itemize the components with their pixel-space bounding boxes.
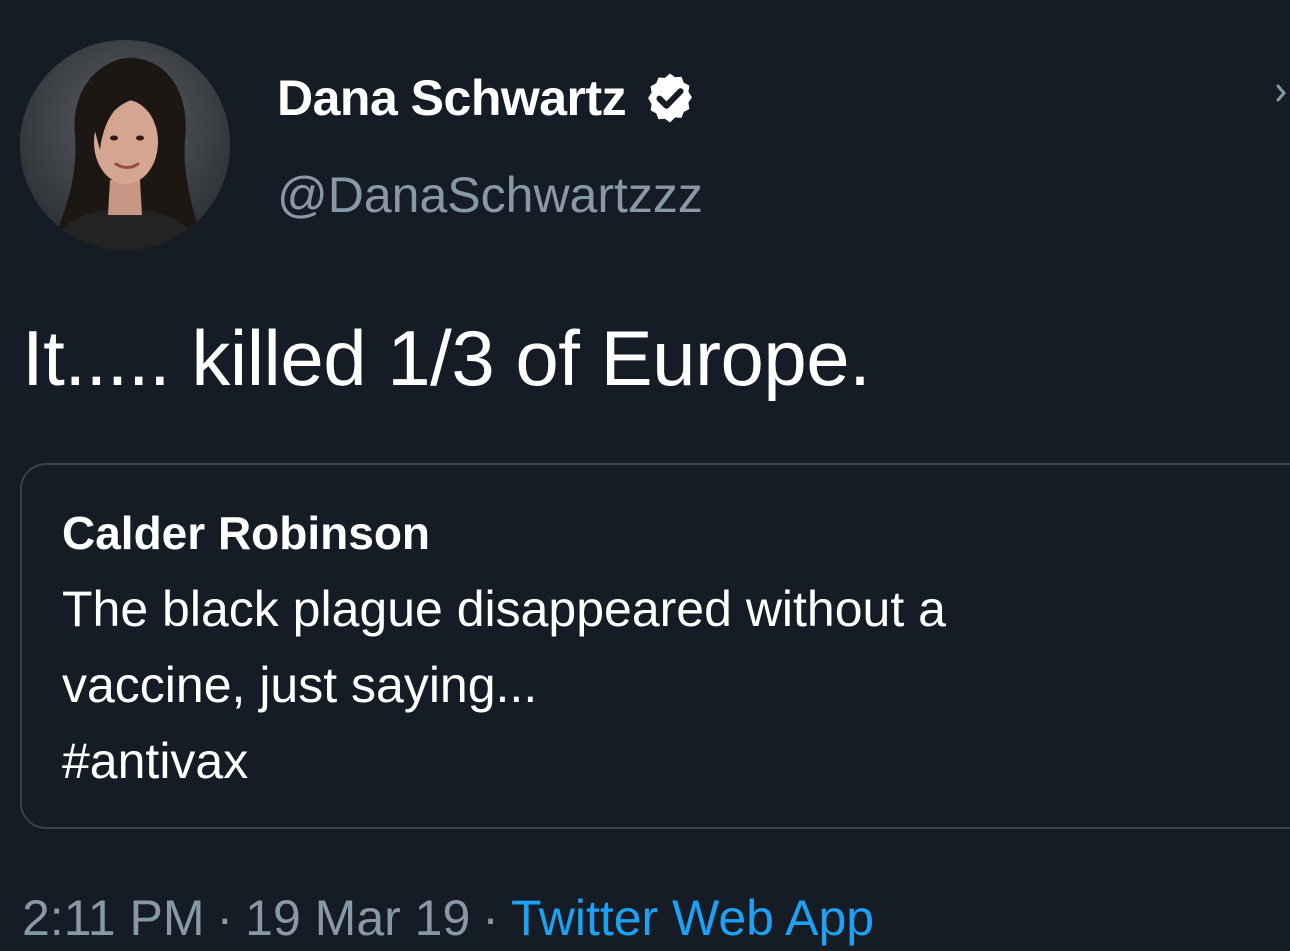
quoted-tweet-line: vaccine, just saying... <box>62 657 538 713</box>
quoted-tweet-hashtag[interactable]: #antivax <box>62 723 1242 799</box>
quoted-tweet-text: The black plague disappeared without a v… <box>62 571 1242 799</box>
verified-badge-icon <box>648 73 693 123</box>
tweet-time[interactable]: 2:11 PM <box>22 890 205 946</box>
meta-separator: · <box>482 890 499 946</box>
avatar[interactable] <box>20 40 230 250</box>
display-name-text[interactable]: Dana Schwartz <box>277 66 627 130</box>
tweet-date[interactable]: 19 Mar 19 <box>245 890 470 946</box>
quoted-tweet-line: The black plague disappeared without a <box>62 581 946 637</box>
tweet-meta: 2:11 PM · 19 Mar 19 · Twitter Web App <box>22 885 874 951</box>
tweet: Dana Schwartz @DanaSchwartzzz It..... ki… <box>0 0 1290 951</box>
tweet-source-link[interactable]: Twitter Web App <box>511 890 874 946</box>
quoted-tweet-author: Calder Robinson <box>62 507 431 559</box>
tweet-text: It..... killed 1/3 of Europe. <box>22 314 871 402</box>
user-handle[interactable]: @DanaSchwartzzz <box>277 163 703 227</box>
display-name[interactable]: Dana Schwartz <box>277 66 698 130</box>
avatar-photo <box>20 40 230 250</box>
quoted-tweet-card[interactable]: Calder Robinson The black plague disappe… <box>20 463 1290 829</box>
meta-separator: · <box>216 890 234 946</box>
chevron-down-icon[interactable] <box>1276 82 1290 104</box>
